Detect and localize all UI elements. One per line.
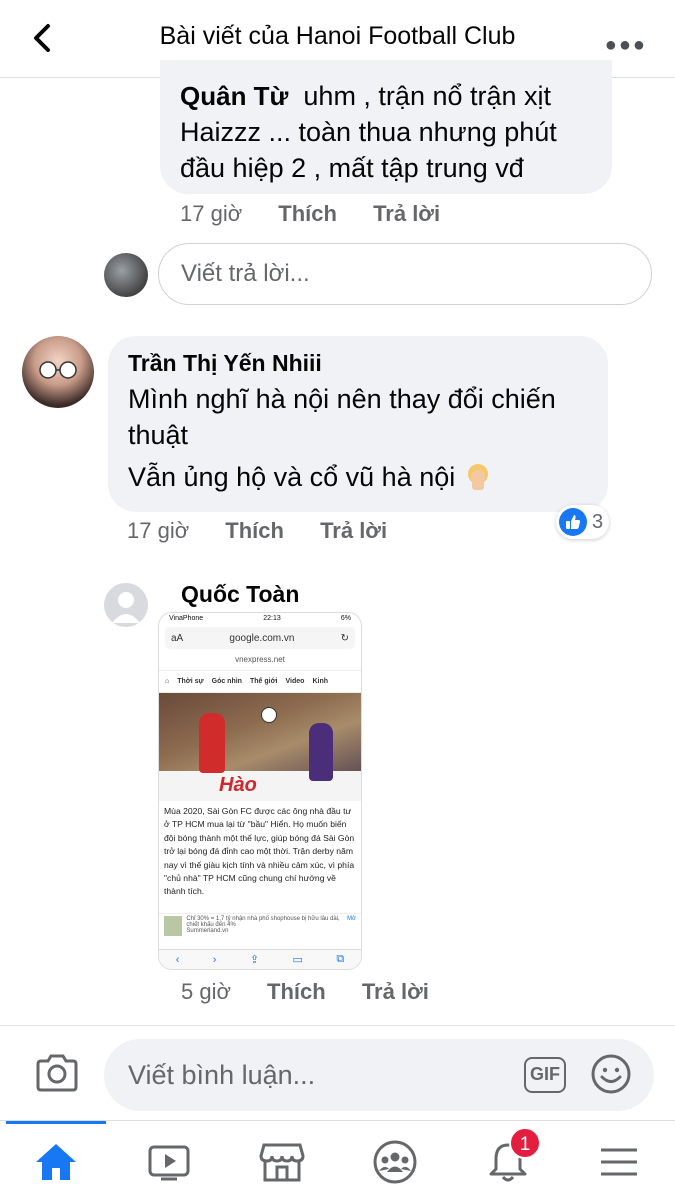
avatar[interactable]: [22, 336, 94, 408]
photo-brand-text: Hào: [219, 774, 257, 796]
tab-groups[interactable]: [370, 1137, 420, 1187]
reply-button[interactable]: Trả lời: [362, 979, 429, 1004]
battery-label: 6%: [340, 615, 351, 622]
comment-time: 5 giờ: [181, 979, 231, 1004]
gif-button[interactable]: GIF: [524, 1057, 566, 1093]
browser-toolbar: ‹ › ⇪ ▭ ⧉: [159, 949, 361, 969]
reply-button[interactable]: Trả lời: [373, 201, 440, 226]
comment-meta: 17 giờ Thích Trả lời: [127, 518, 417, 544]
article-photo: Hào: [159, 693, 361, 801]
ad-banner: Chỉ 30% = 1,7 tỷ nhận nhà phố shophouse …: [159, 913, 361, 943]
shop-icon: [259, 1143, 305, 1182]
nav-item: Kinh: [312, 678, 329, 685]
like-button[interactable]: Thích: [267, 979, 326, 1004]
comment-time: 17 giờ: [180, 201, 243, 226]
site-header: vnexpress.net: [159, 649, 361, 671]
phone-status-bar: VinaPhone 22:13 6%: [159, 613, 361, 627]
camera-button[interactable]: [34, 1054, 80, 1092]
browser-address-bar: aA google.com.vn ↻: [165, 627, 355, 649]
comment-author[interactable]: Trần Thị Yến Nhiii: [128, 350, 588, 377]
article-text: Mùa 2020, Sài Gòn FC được các ông nhà đầ…: [164, 806, 355, 897]
camera-icon: [36, 1054, 78, 1092]
comment-author[interactable]: Quốc Toàn: [181, 581, 299, 608]
reaction-count: 3: [592, 510, 604, 533]
reaction-summary[interactable]: 3: [556, 505, 610, 539]
comment-bubble: Trần Thị Yến Nhiii Mình nghĩ hà nội nên …: [108, 336, 608, 512]
comment-image[interactable]: VinaPhone 22:13 6% aA google.com.vn ↻ vn…: [158, 612, 362, 970]
like-button[interactable]: Thích: [225, 518, 284, 543]
bottom-tab-bar: [0, 1120, 675, 1200]
page-title: Bài viết của Hanoi Football Club: [159, 22, 516, 50]
thumbs-up-icon: [559, 508, 587, 536]
tabs-icon: ⧉: [336, 953, 345, 965]
tab-watch[interactable]: [144, 1137, 194, 1187]
url-label: google.com.vn: [229, 632, 295, 644]
tab-marketplace[interactable]: [257, 1137, 307, 1187]
reload-icon: ↻: [340, 632, 349, 644]
home-icon: [36, 1144, 76, 1180]
smiley-icon: [591, 1054, 631, 1094]
carrier-label: VinaPhone: [169, 615, 204, 622]
ad-more: Mở: [347, 916, 356, 922]
site-nav: ⌂ Thời sự Góc nhìn Thế giới Video Kinh: [159, 671, 361, 693]
video-play-icon: [148, 1145, 190, 1181]
comment-text: thuật: [128, 420, 189, 450]
active-tab-indicator: [6, 1121, 106, 1124]
comment-meta: 17 giờ Thích Trả lời: [180, 201, 470, 227]
comment-composer: Viết bình luận...: [0, 1025, 675, 1120]
ellipsis-icon: ●●●: [604, 34, 647, 56]
comment-text: Haizzz ... toàn thua nhưng phút: [180, 117, 557, 147]
comment-text: uhm , trận nổ trận xịt: [303, 81, 552, 111]
nav-item: Thế giới: [249, 678, 278, 685]
reply-placeholder: Viết trả lời...: [181, 260, 310, 287]
groups-icon: [373, 1140, 417, 1184]
tab-menu[interactable]: [594, 1137, 644, 1187]
default-avatar-icon: [112, 592, 140, 623]
comment-text: Mình nghĩ hà nội nên thay đổi chiến: [128, 384, 556, 414]
clock-label: 22:13: [263, 615, 281, 622]
tab-home[interactable]: [31, 1137, 81, 1187]
emoji-button[interactable]: [590, 1053, 632, 1095]
comment-placeholder: Viết bình luận...: [128, 1060, 316, 1090]
comment-input[interactable]: Viết bình luận...: [104, 1039, 654, 1111]
ad-text: Chỉ 30% = 1,7 tỷ nhận nhà phố shophouse …: [186, 916, 340, 928]
hamburger-menu-icon: [601, 1148, 637, 1176]
comment-meta: 5 giờ Thích Trả lời: [181, 979, 459, 1005]
avatar[interactable]: [104, 583, 148, 627]
book-icon: ▭: [292, 954, 303, 966]
back-icon: ‹: [175, 953, 180, 966]
comment-time: 17 giờ: [127, 518, 190, 543]
forward-icon: ›: [212, 953, 217, 966]
nav-item: Thời sự: [177, 678, 204, 685]
ball-icon: [261, 707, 277, 723]
notification-badge: 1: [509, 1127, 541, 1159]
like-button[interactable]: Thích: [278, 201, 337, 226]
ad-site: Summerland.vn: [186, 928, 229, 934]
avatar: [104, 253, 148, 297]
comment-text: Vẫn ủng hộ và cổ vũ hà nội: [128, 462, 456, 492]
praying-emoji-icon: [467, 464, 488, 490]
more-options-button[interactable]: ●●●: [605, 34, 647, 57]
reply-button[interactable]: Trả lời: [320, 518, 387, 543]
reply-input[interactable]: Viết trả lời...: [158, 243, 652, 305]
share-icon: ⇪: [249, 954, 260, 966]
nav-item: Video: [285, 678, 305, 685]
home-icon: ⌂: [165, 678, 170, 685]
comment-text: đầu hiệp 2 , mất tập trung vđ: [180, 153, 524, 183]
comment-author[interactable]: Quân Từ: [180, 81, 288, 111]
nav-item: Góc nhìn: [211, 678, 242, 685]
comment-bubble: Quân Từ uhm , trận nổ trận xịt Haizzz ..…: [160, 60, 612, 194]
glasses-icon: [39, 361, 77, 379]
